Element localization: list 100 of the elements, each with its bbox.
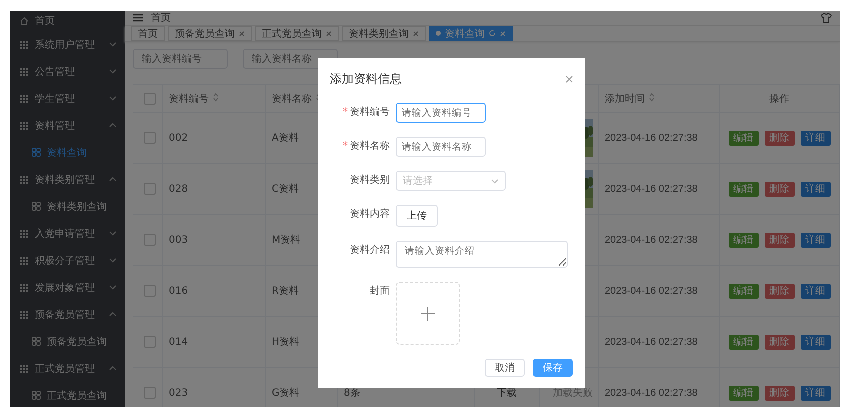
column-header[interactable]: 资料名称 bbox=[272, 92, 312, 106]
edit-button[interactable]: 编辑 bbox=[728, 334, 758, 350]
field-label: 资料内容 bbox=[349, 208, 391, 222]
sidebar-subitem[interactable]: 资料类别查询 bbox=[10, 193, 125, 220]
chevron-down-icon bbox=[109, 42, 117, 47]
select-field[interactable]: 请选择 bbox=[396, 171, 506, 191]
column-header[interactable]: 添加时间 bbox=[605, 92, 645, 106]
table-cell: 002 bbox=[169, 132, 188, 144]
checkbox[interactable] bbox=[144, 92, 156, 104]
detail-button[interactable]: 详细 bbox=[800, 284, 830, 298]
plus-icon bbox=[421, 306, 435, 320]
edit-button[interactable]: 编辑 bbox=[728, 182, 758, 196]
chevron-down-icon bbox=[109, 231, 117, 236]
text-field[interactable]: 请输入资料编号 bbox=[396, 103, 486, 123]
delete-button[interactable]: 删除 bbox=[764, 334, 794, 350]
edit-button[interactable]: 编辑 bbox=[728, 386, 758, 400]
sidebar-item[interactable]: 公告管理 bbox=[10, 58, 125, 85]
grid-icon bbox=[20, 310, 29, 318]
close-icon[interactable] bbox=[566, 76, 573, 83]
chevron-up-icon bbox=[109, 123, 117, 128]
sidebar-item[interactable]: 入党申请管理 bbox=[10, 220, 125, 247]
delete-button[interactable]: 删除 bbox=[764, 386, 794, 400]
checkbox[interactable] bbox=[144, 387, 156, 399]
chevron-up-icon bbox=[109, 366, 117, 371]
close-icon[interactable] bbox=[239, 30, 245, 36]
delete-button[interactable]: 删除 bbox=[764, 130, 794, 146]
grid-icon bbox=[20, 40, 29, 48]
field-label: * 资料编号 bbox=[342, 106, 391, 120]
sidebar-item[interactable]: 系统用户管理 bbox=[10, 31, 125, 58]
tab[interactable]: 预备党员查询 bbox=[168, 26, 252, 41]
home-icon bbox=[20, 16, 29, 26]
image-upload[interactable] bbox=[396, 282, 460, 345]
textarea-field[interactable]: 请输入资料介绍 bbox=[396, 241, 568, 268]
detail-button[interactable]: 详细 bbox=[800, 334, 830, 350]
close-icon[interactable] bbox=[326, 30, 332, 36]
tab[interactable]: 资料类别查询 bbox=[342, 26, 426, 41]
checkbox[interactable] bbox=[144, 336, 156, 348]
save-button[interactable]: 保存 bbox=[533, 359, 573, 377]
tab[interactable]: 资料查询 bbox=[429, 26, 513, 41]
sidebar-item[interactable]: 预备党员管理 bbox=[10, 301, 125, 328]
detail-button[interactable]: 详细 bbox=[800, 130, 830, 146]
field-label: 资料介绍 bbox=[349, 244, 391, 258]
sidebar-subitem[interactable]: 预备党员查询 bbox=[10, 328, 125, 355]
cancel-button[interactable]: 取消 bbox=[485, 359, 525, 377]
shirt-icon[interactable] bbox=[821, 13, 832, 23]
detail-button[interactable]: 详细 bbox=[800, 386, 830, 400]
column-header: 操作 bbox=[770, 92, 790, 106]
checkbox[interactable] bbox=[144, 285, 156, 297]
menu-icon[interactable] bbox=[133, 14, 143, 22]
table-cell-text: G资料 bbox=[272, 386, 300, 400]
table-cell: 2023-04-16 02:27:38 bbox=[605, 388, 698, 398]
grid-icon bbox=[20, 94, 29, 102]
apps-icon bbox=[32, 148, 41, 157]
edit-button[interactable]: 编辑 bbox=[728, 130, 758, 146]
edit-button[interactable]: 编辑 bbox=[728, 284, 758, 298]
checkbox[interactable] bbox=[144, 183, 156, 195]
refresh-icon[interactable] bbox=[489, 30, 496, 37]
sidebar-item[interactable]: 首页 bbox=[10, 11, 125, 31]
delete-button[interactable]: 删除 bbox=[764, 182, 794, 196]
table-cell: 2023-04-16 02:27:38 bbox=[605, 286, 698, 296]
sidebar-item[interactable]: 资料类别管理 bbox=[10, 166, 125, 193]
chevron-down-icon bbox=[109, 69, 117, 74]
table-cell: 016 bbox=[169, 286, 188, 296]
table-cell: 2023-04-16 02:27:38 bbox=[605, 234, 698, 246]
chevron-down-icon bbox=[109, 258, 117, 263]
delete-button[interactable]: 删除 bbox=[764, 284, 794, 298]
table-cell-text: R资料 bbox=[272, 284, 299, 298]
checkbox[interactable] bbox=[144, 132, 156, 144]
chevron-down-icon bbox=[109, 285, 117, 290]
table-cell: 003 bbox=[169, 234, 188, 246]
upload-button[interactable]: 上传 bbox=[396, 205, 438, 227]
table-cell: 2023-04-16 02:27:38 bbox=[605, 336, 698, 348]
grid-icon bbox=[20, 122, 29, 130]
tab[interactable]: 正式党员查询 bbox=[255, 26, 339, 41]
dialog-title: 添加资料信息 bbox=[330, 71, 402, 88]
field-label: 资料类别 bbox=[349, 174, 391, 188]
sidebar-item[interactable]: 发展对象管理 bbox=[10, 274, 125, 301]
table-cell: 014 bbox=[169, 336, 188, 348]
sort-icon[interactable] bbox=[649, 92, 655, 104]
table-cell-text: 8条 bbox=[344, 387, 360, 400]
table-cell-text: M资料 bbox=[272, 234, 301, 247]
close-icon[interactable] bbox=[413, 30, 419, 36]
table-cell: 028 bbox=[169, 184, 188, 194]
sidebar-subitem[interactable]: 资料查询 bbox=[10, 139, 125, 166]
download-link[interactable]: 下载 bbox=[497, 386, 517, 400]
sidebar-item[interactable]: 积极分子管理 bbox=[10, 247, 125, 274]
grid-icon bbox=[20, 68, 29, 76]
delete-button[interactable]: 删除 bbox=[764, 232, 794, 248]
detail-button[interactable]: 详细 bbox=[800, 232, 830, 248]
column-header[interactable]: 资料编号 bbox=[169, 92, 209, 106]
search-field[interactable]: 输入资料编号 bbox=[133, 49, 228, 69]
detail-button[interactable]: 详细 bbox=[800, 182, 830, 196]
sidebar-item[interactable]: 学生管理 bbox=[10, 85, 125, 112]
tab[interactable]: 首页 bbox=[131, 26, 165, 41]
sidebar-subitem[interactable]: 正式党员查询 bbox=[10, 382, 125, 407]
sidebar-item[interactable]: 资料管理 bbox=[10, 112, 125, 139]
checkbox[interactable] bbox=[144, 234, 156, 246]
edit-button[interactable]: 编辑 bbox=[728, 232, 758, 248]
sidebar-item[interactable]: 正式党员管理 bbox=[10, 355, 125, 382]
sort-icon[interactable] bbox=[213, 92, 219, 104]
